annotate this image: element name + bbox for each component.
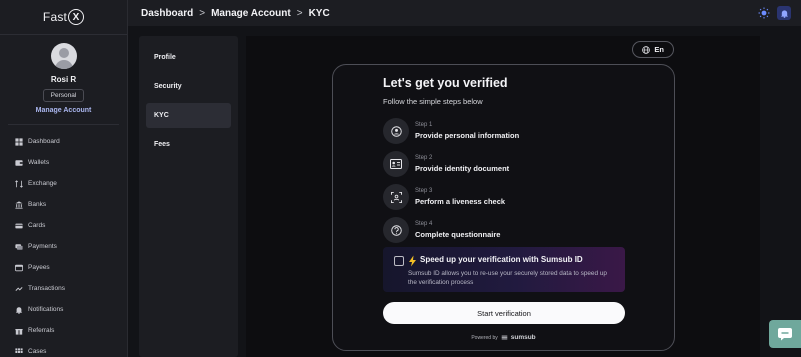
powered-by: Powered by sumsub (333, 334, 674, 341)
kyc-panel: En Let's get you verified Follow the sim… (246, 36, 760, 357)
start-verification-button[interactable]: Start verification (383, 302, 625, 324)
payees-icon (15, 264, 23, 272)
manage-account-link[interactable]: Manage Account (36, 107, 92, 114)
sumsub-logo-icon (501, 334, 508, 341)
promo-title: Speed up your verification with Sumsub I… (420, 255, 583, 264)
step-number: Step 2 (415, 155, 433, 161)
sidebar-item-label: Cards (28, 222, 46, 229)
chevron-right-icon: > (199, 7, 206, 19)
sidebar-item-wallets[interactable]: Wallets (0, 152, 127, 173)
sidebar-item-transactions[interactable]: Transactions (0, 278, 127, 299)
sumsub-id-promo: Speed up your verification with Sumsub I… (383, 247, 625, 292)
wallet-icon (15, 159, 23, 167)
verification-card: Let's get you verified Follow the simple… (332, 64, 675, 351)
breadcrumb-item-kyc: KYC (308, 7, 330, 19)
breadcrumb: Dashboard > Manage Account > KYC (141, 8, 330, 19)
chat-button[interactable] (769, 320, 801, 348)
face-scan-icon (383, 184, 409, 210)
brand-mark: X (68, 9, 85, 25)
sumsub-id-checkbox[interactable] (394, 256, 404, 266)
header-actions (757, 6, 791, 20)
notification-bell-icon[interactable] (777, 6, 791, 20)
cases-icon (15, 347, 23, 356)
sidebar-item-label: Cases (28, 348, 47, 355)
step-label: Perform a liveness check (415, 197, 506, 206)
tab-profile[interactable]: Profile (146, 45, 231, 70)
chevron-right-icon: > (296, 7, 303, 19)
tab-kyc[interactable]: KYC (146, 103, 231, 128)
brand-name: Fast (42, 10, 68, 24)
sidebar-item-referrals[interactable]: Referrals (0, 320, 127, 341)
dashboard-icon (15, 137, 23, 146)
breadcrumb-item-manage-account[interactable]: Manage Account (211, 8, 291, 19)
verification-title: Let's get you verified (383, 76, 508, 90)
powered-by-label: Powered by (471, 334, 498, 341)
sidebar-item-label: Dashboard (28, 138, 60, 145)
sidebar-item-label: Payees (28, 264, 50, 271)
bank-icon (15, 200, 23, 209)
sidebar-item-label: Exchange (28, 180, 57, 187)
sidebar-item-dashboard[interactable]: Dashboard (0, 131, 127, 152)
step-label: Complete questionnaire (415, 230, 501, 239)
step-label: Provide personal information (415, 131, 520, 140)
exchange-icon (15, 179, 23, 188)
globe-icon (642, 45, 651, 54)
payments-icon (15, 243, 23, 251)
sun-icon[interactable] (757, 6, 771, 20)
language-label: En (654, 45, 664, 54)
step-number: Step 1 (415, 122, 433, 128)
promo-description: Sumsub ID allows you to re-use your secu… (408, 270, 607, 286)
sidebar-nav: Dashboard Wallets Exchange Banks Cards P… (0, 125, 127, 357)
account-tabs: Profile Security KYC Fees (139, 36, 238, 357)
step-label: Provide identity document (415, 164, 510, 173)
step-number: Step 3 (415, 188, 433, 194)
sidebar-item-payments[interactable]: Payments (0, 236, 127, 257)
sidebar-item-banks[interactable]: Banks (0, 194, 127, 215)
tab-security[interactable]: Security (146, 74, 231, 99)
user-name: Rosi R (50, 75, 77, 84)
gift-icon (15, 327, 23, 335)
verification-subtitle: Follow the simple steps below (383, 97, 483, 106)
bell-icon (15, 306, 23, 314)
sumsub-brand: sumsub (510, 334, 536, 341)
breadcrumb-item-dashboard[interactable]: Dashboard (141, 8, 193, 19)
chat-icon (777, 327, 793, 341)
account-type-badge: Personal (42, 89, 85, 102)
step-item: Step 3 Perform a liveness check (383, 184, 505, 210)
user-profile: Rosi R Personal Manage Account (0, 35, 127, 114)
avatar[interactable] (50, 43, 77, 69)
question-icon (383, 217, 409, 243)
id-card-icon (383, 151, 409, 177)
card-icon (15, 222, 23, 230)
language-selector[interactable]: En (632, 41, 674, 58)
sidebar-item-label: Payments (28, 243, 57, 250)
sidebar-item-label: Notifications (28, 306, 64, 313)
sidebar-item-label: Banks (28, 201, 47, 208)
step-item: Step 4 Complete questionnaire (383, 217, 500, 243)
user-circle-icon (383, 118, 409, 144)
sidebar-item-exchange[interactable]: Exchange (0, 173, 127, 194)
transactions-icon (15, 285, 23, 293)
sidebar: Fast X Rosi R Personal Manage Account Da… (0, 0, 128, 357)
brand-logo[interactable]: Fast X (0, 0, 127, 34)
sidebar-item-notifications[interactable]: Notifications (0, 299, 127, 320)
tab-fees[interactable]: Fees (146, 132, 231, 157)
step-number: Step 4 (415, 221, 433, 227)
step-item: Step 1 Provide personal information (383, 118, 519, 144)
app-root: Fast X Rosi R Personal Manage Account Da… (0, 0, 801, 357)
sidebar-item-payees[interactable]: Payees (0, 257, 127, 278)
sidebar-item-label: Transactions (28, 285, 65, 292)
sidebar-item-label: Wallets (28, 159, 50, 166)
sidebar-item-cards[interactable]: Cards (0, 215, 127, 236)
sidebar-item-cases[interactable]: Cases (0, 341, 127, 357)
top-header: Dashboard > Manage Account > KYC (128, 0, 801, 26)
step-item: Step 2 Provide identity document (383, 151, 509, 177)
sidebar-item-label: Referrals (28, 327, 55, 334)
